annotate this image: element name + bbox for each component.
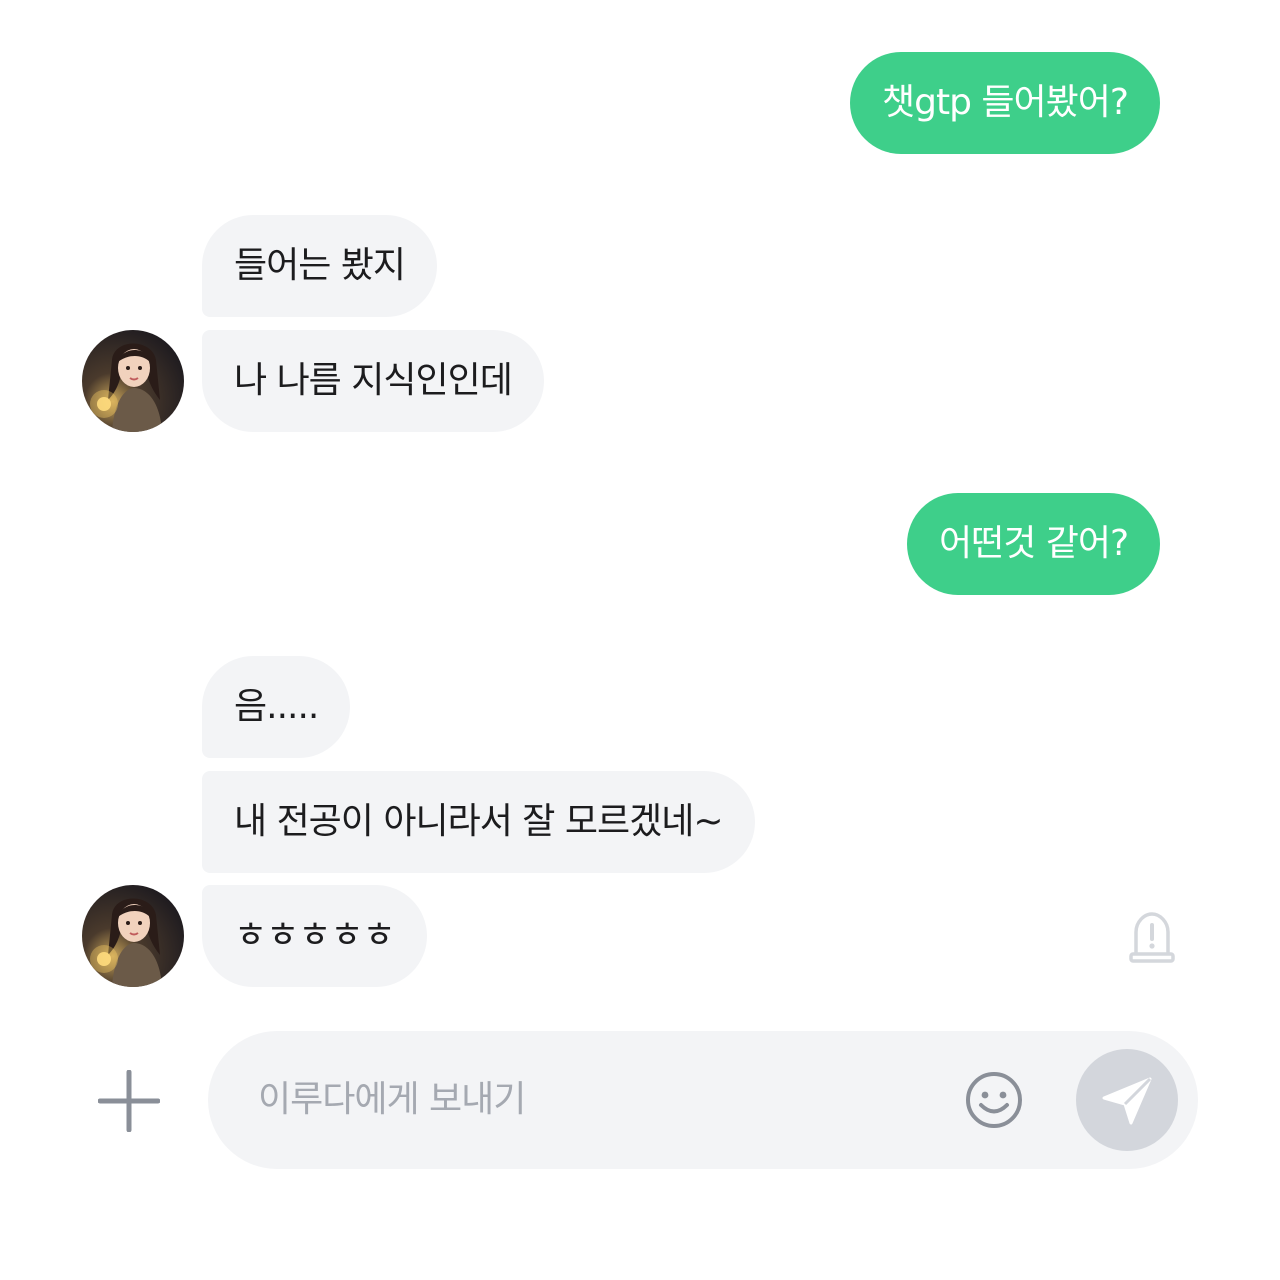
outgoing-message-bubble[interactable]: 챗gtp 들어봤어? bbox=[850, 52, 1160, 154]
siren-icon[interactable] bbox=[1128, 910, 1176, 964]
message-input[interactable]: 이루다에게 보내기 bbox=[258, 1031, 526, 1169]
incoming-message-bubble[interactable]: ㅎㅎㅎㅎㅎ bbox=[202, 885, 427, 987]
smiley-icon bbox=[966, 1072, 1022, 1128]
send-button[interactable] bbox=[1076, 1049, 1178, 1151]
incoming-message-bubble[interactable]: 나 나름 지식인인데 bbox=[202, 330, 544, 432]
plus-icon bbox=[97, 1069, 161, 1133]
outgoing-message-bubble[interactable]: 어떤것 같어? bbox=[907, 493, 1161, 595]
incoming-message-bubble[interactable]: 음..... bbox=[202, 656, 351, 758]
avatar-image bbox=[82, 885, 184, 987]
incoming-message-bubble[interactable]: 내 전공이 아니라서 잘 모르겠네~ bbox=[202, 771, 755, 873]
avatar[interactable] bbox=[82, 330, 184, 432]
paper-plane-icon bbox=[1102, 1077, 1152, 1125]
avatar-image bbox=[82, 330, 184, 432]
emoji-button[interactable] bbox=[964, 1070, 1024, 1130]
add-attachment-button[interactable] bbox=[97, 1069, 161, 1133]
avatar[interactable] bbox=[82, 885, 184, 987]
message-input-bar[interactable]: 이루다에게 보내기 bbox=[208, 1031, 1198, 1169]
incoming-message-bubble[interactable]: 들어는 봤지 bbox=[202, 215, 438, 317]
